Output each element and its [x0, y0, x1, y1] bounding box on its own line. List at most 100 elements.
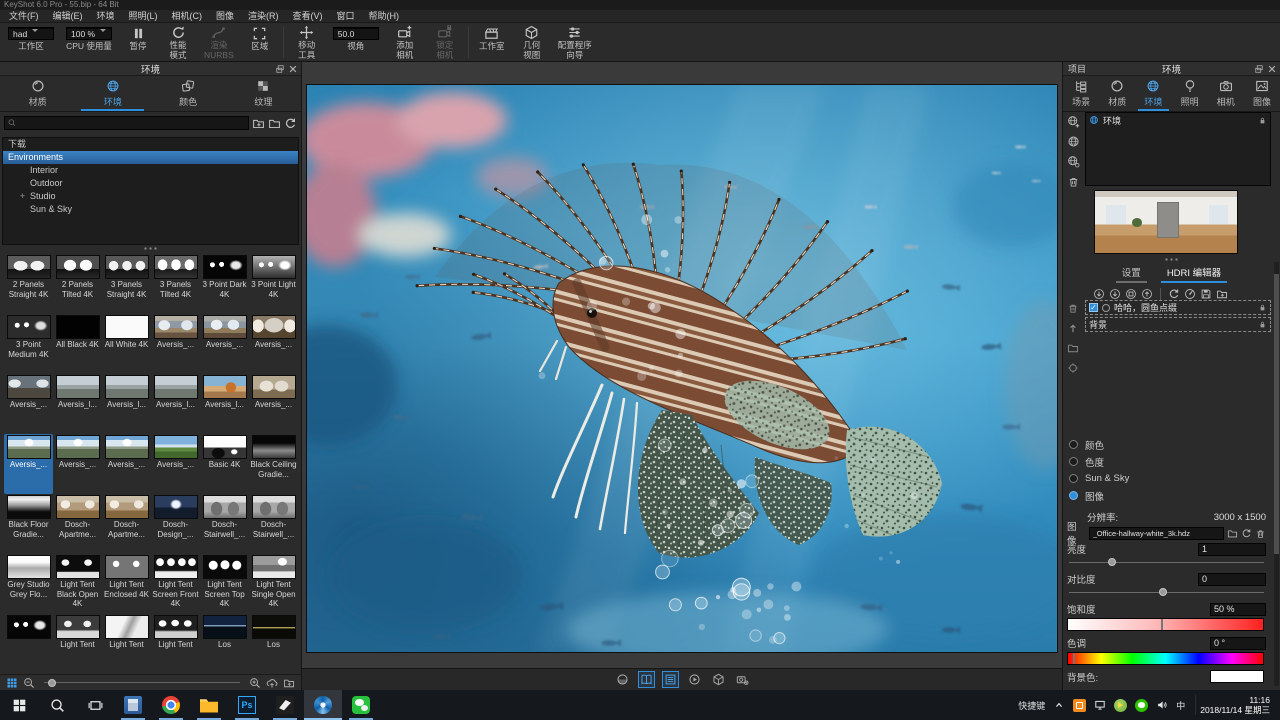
menu-item-1[interactable]: 编辑(E) [46, 10, 90, 22]
environment-thumbnail[interactable]: Dosch-Apartme... [53, 494, 102, 554]
tree-item-interior[interactable]: Interior [3, 164, 298, 177]
performance-mode-button[interactable]: 性能 模式 [158, 23, 198, 61]
tree-item-outdoor[interactable]: Outdoor [3, 177, 298, 190]
taskbar-search-button[interactable] [38, 690, 76, 720]
menu-item-3[interactable]: 照明(L) [122, 10, 165, 22]
import-folder-icon[interactable] [268, 117, 281, 130]
zoom-out-icon[interactable] [23, 677, 35, 689]
taskbar-video-app-button[interactable] [266, 690, 304, 720]
environment-thumbnail[interactable]: Dosch-Design_... [151, 494, 200, 554]
taskbar-task-view-button[interactable] [76, 690, 114, 720]
environment-thumbnail[interactable]: Dosch-Stairwell_... [200, 494, 249, 554]
radio-icon[interactable] [1069, 491, 1078, 500]
add-light-pin-icon[interactable] [1093, 288, 1105, 300]
delete-layer-icon[interactable] [1067, 302, 1079, 314]
environment-thumbnail[interactable]: Aversis_... [249, 314, 298, 374]
target-icon[interactable] [1067, 362, 1079, 374]
library-tab-1[interactable]: 环境 [75, 76, 150, 111]
refresh-icon[interactable] [284, 117, 297, 130]
move-tool-button[interactable]: 移动 工具 [287, 23, 327, 61]
hdri-preview[interactable] [1094, 190, 1238, 254]
subtab-0[interactable]: 设置 [1116, 265, 1147, 281]
thumbnail-size-slider[interactable] [44, 682, 240, 683]
reload-image-icon[interactable] [1241, 528, 1252, 539]
environment-thumbnail[interactable]: Aversis_l... [151, 374, 200, 434]
view-angle-button[interactable]: 50.0视角 [327, 23, 385, 61]
layer-solo-radio[interactable] [1102, 304, 1110, 312]
environment-thumbnail[interactable]: 3 Point Dark 4K [200, 254, 249, 314]
splitter-handle[interactable] [143, 247, 159, 250]
studios-button[interactable]: 工作室 [472, 23, 512, 61]
environment-thumbnail[interactable]: Dosch-Apartme... [102, 494, 151, 554]
save-hdri-icon[interactable] [1200, 288, 1212, 300]
menu-item-9[interactable]: 帮助(H) [362, 10, 407, 22]
radio-icon[interactable] [1069, 457, 1078, 466]
wechat-tray-icon[interactable] [1135, 699, 1148, 712]
library-tab-2[interactable]: 颜色 [151, 76, 226, 111]
environment-thumbnail[interactable]: Light Tent [151, 614, 200, 654]
environment-thumbnail[interactable] [4, 614, 53, 654]
environment-list-item[interactable]: 环境 [1086, 113, 1270, 127]
project-tab-5[interactable]: 图像 [1244, 76, 1280, 111]
add-environment-icon[interactable] [1067, 115, 1080, 128]
export-hdri-icon[interactable] [1216, 288, 1228, 300]
menu-item-8[interactable]: 窗口 [330, 10, 362, 22]
environment-thumbnail[interactable]: All Black 4K [53, 314, 102, 374]
folder-icon[interactable] [1067, 342, 1079, 354]
tree-item-sun-sky[interactable]: Sun & Sky [3, 203, 298, 216]
contrast-slider[interactable] [1069, 588, 1264, 597]
saturation-input[interactable] [1210, 603, 1266, 616]
subtab-1[interactable]: HDRI 编辑器 [1161, 265, 1227, 281]
environment-icon[interactable] [1067, 135, 1080, 148]
environment-thumbnail[interactable]: Black Ceiling Gradie... [249, 434, 298, 494]
environment-type-3[interactable]: 图像 [1069, 487, 1269, 504]
realtime-viewport[interactable] [302, 62, 1062, 668]
contrast-input[interactable] [1198, 573, 1266, 586]
taskbar-keyshot-button[interactable] [304, 690, 342, 720]
radio-icon[interactable] [1069, 474, 1078, 483]
cpu-usage-value[interactable]: 100 % [66, 27, 112, 40]
move-layer-up-icon[interactable] [1067, 322, 1079, 334]
viewport-toggle-geometry-view[interactable] [710, 671, 727, 688]
configurator-wizard-button[interactable]: 配置程序 向导 [552, 23, 598, 61]
environment-thumbnail[interactable]: Basic 4K [200, 434, 249, 494]
environment-thumbnail[interactable]: Dosch-Stairwell_... [249, 494, 298, 554]
environment-thumbnail[interactable]: 3 Panels Straight 4K [102, 254, 151, 314]
hdri-layer-row[interactable]: ✓哈哈，圆鱼点缀 [1085, 300, 1271, 315]
close-icon[interactable] [288, 64, 298, 74]
shortcut-tray-label[interactable]: 快捷键 [1018, 699, 1045, 712]
hue-input[interactable] [1210, 637, 1266, 650]
viewport-toggle-project[interactable] [662, 671, 679, 688]
expander-icon[interactable]: + [18, 190, 27, 203]
lock-icon[interactable] [1258, 320, 1267, 329]
project-tab-2[interactable]: 环境 [1135, 76, 1171, 111]
environment-thumbnail[interactable]: Light Tent Black Open 4K [53, 554, 102, 614]
taskbar-wechat-button[interactable] [342, 690, 380, 720]
optimizer-ball-icon[interactable] [1114, 699, 1127, 712]
environment-thumbnail[interactable]: Light Tent [53, 614, 102, 654]
environment-thumbnail[interactable]: Grey Studio Grey Flo... [4, 554, 53, 614]
environment-thumbnail[interactable]: Aversis_... [53, 434, 102, 494]
viewport-toggle-render-options[interactable] [734, 671, 751, 688]
environment-thumbnail[interactable]: Aversis_... [151, 314, 200, 374]
environment-thumbnail[interactable]: Light Tent Screen Front 4K [151, 554, 200, 614]
tray-expand-icon[interactable] [1053, 699, 1065, 711]
undock-icon[interactable] [1254, 64, 1264, 74]
environment-thumbnail[interactable]: Light Tent [102, 614, 151, 654]
taskbar-explorer-button[interactable] [190, 690, 228, 720]
add-folder-icon[interactable] [252, 117, 265, 130]
environment-thumbnail[interactable]: Light Tent Single Open 4K [249, 554, 298, 614]
environment-settings-icon[interactable] [1067, 155, 1080, 168]
menu-item-4[interactable]: 相机(C) [165, 10, 210, 22]
delete-environment-icon[interactable] [1067, 175, 1080, 188]
environment-thumbnail[interactable]: Aversis_l... [200, 374, 249, 434]
region-button[interactable]: 区域 [240, 23, 280, 61]
render-view-lionfish-scene[interactable] [307, 85, 1057, 652]
environment-thumbnail[interactable]: All White 4K [102, 314, 151, 374]
geometry-view-button[interactable]: 几何 视图 [512, 23, 552, 61]
cpu-usage-button[interactable]: 100 %CPU 使用量 [60, 23, 118, 61]
lock-icon[interactable] [1258, 303, 1267, 312]
hue-bar[interactable] [1067, 652, 1264, 665]
background-color-swatch[interactable] [1210, 670, 1264, 683]
ime-indicator[interactable]: 中 [1176, 699, 1185, 712]
